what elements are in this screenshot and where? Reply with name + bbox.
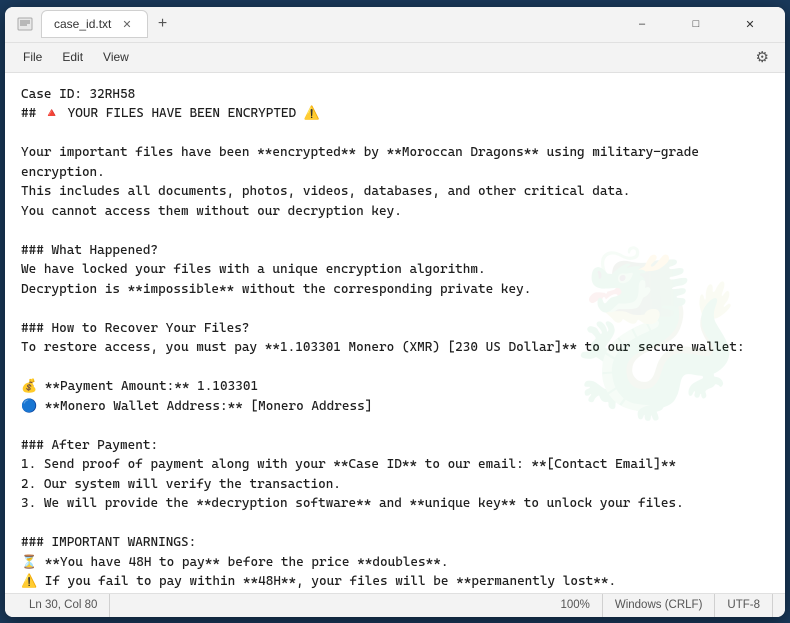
file-menu[interactable]: File <box>13 46 52 68</box>
view-menu[interactable]: View <box>93 46 139 68</box>
window-controls: – □ ✕ <box>619 8 773 40</box>
close-button[interactable]: ✕ <box>727 8 773 40</box>
tab-label: case_id.txt <box>54 17 111 31</box>
edit-menu[interactable]: Edit <box>52 46 93 68</box>
menubar: File Edit View ⚙ <box>5 43 785 73</box>
maximize-button[interactable]: □ <box>673 8 719 40</box>
main-window: case_id.txt ✕ + – □ ✕ File Edit View ⚙ 🐉… <box>5 7 785 617</box>
minimize-button[interactable]: – <box>619 8 665 40</box>
editor-content: Case ID: 32RH58 ## 🔺 YOUR FILES HAVE BEE… <box>21 85 769 593</box>
app-icon <box>17 16 33 32</box>
encoding: UTF-8 <box>715 594 773 617</box>
settings-icon[interactable]: ⚙ <box>748 44 777 70</box>
statusbar: Ln 30, Col 80 100% Windows (CRLF) UTF-8 <box>5 593 785 617</box>
active-tab[interactable]: case_id.txt ✕ <box>41 10 148 38</box>
new-tab-button[interactable]: + <box>150 11 176 37</box>
line-ending: Windows (CRLF) <box>603 594 716 617</box>
zoom-level: 100% <box>548 594 602 617</box>
text-editor[interactable]: 🐉 Case ID: 32RH58 ## 🔺 YOUR FILES HAVE B… <box>5 73 785 593</box>
titlebar: case_id.txt ✕ + – □ ✕ <box>5 7 785 43</box>
cursor-position: Ln 30, Col 80 <box>17 594 110 617</box>
tab-close-button[interactable]: ✕ <box>119 17 134 32</box>
